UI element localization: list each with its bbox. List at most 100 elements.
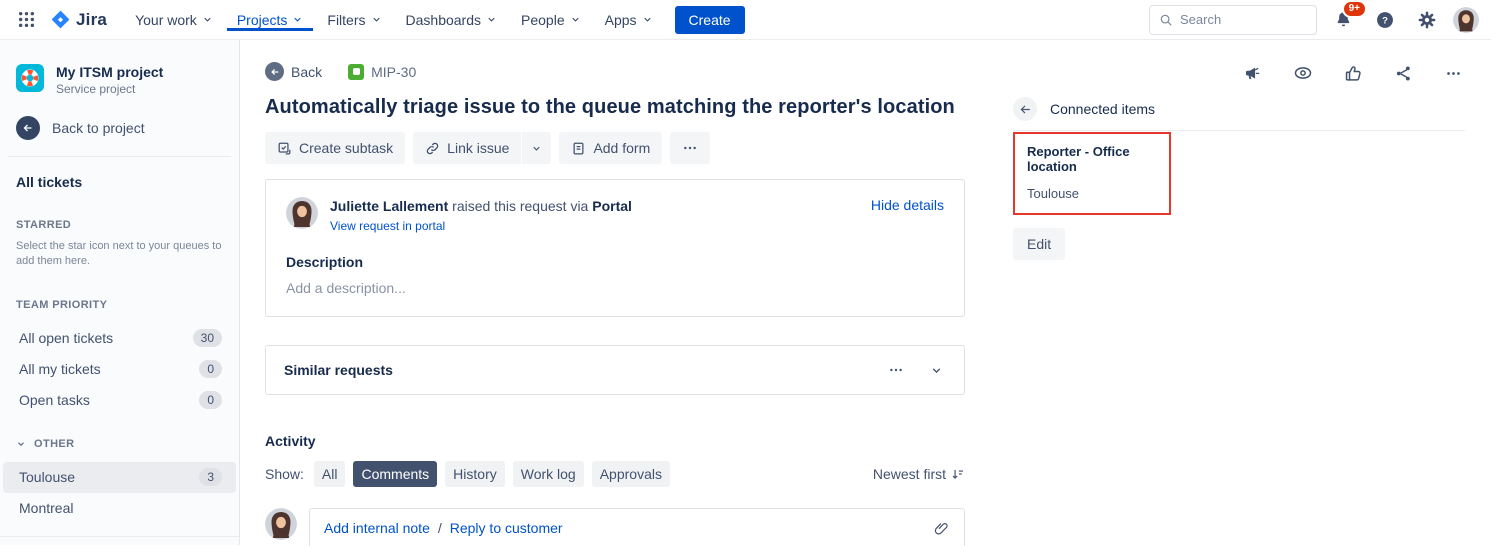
question-icon: ? (1375, 10, 1395, 30)
filter-work-log[interactable]: Work log (513, 461, 584, 487)
sidebar-footer-divider (0, 536, 239, 537)
field-label: Reporter - Office location (1027, 144, 1157, 174)
nav-item-dashboards[interactable]: Dashboards (396, 9, 508, 31)
nav-item-people[interactable]: People (511, 9, 591, 31)
other-section-toggle[interactable]: OTHER (0, 438, 239, 450)
manage-queues-button[interactable]: Manage queues (0, 542, 239, 546)
thumbs-up-icon (1344, 64, 1363, 83)
eye-icon (1293, 63, 1313, 83)
starred-section-header: STARRED (0, 219, 239, 231)
project-header: My ITSM project Service project (0, 64, 239, 96)
link-issue-dropdown-button[interactable] (521, 132, 551, 164)
field-value[interactable]: Toulouse (1027, 186, 1157, 201)
queue-count-badge: 30 (193, 329, 222, 347)
reporter-avatar (286, 197, 318, 229)
top-navigation: Jira Your work Projects Filters Dashboar… (0, 0, 1491, 40)
help-button[interactable]: ? (1369, 4, 1401, 36)
sidebar-divider (8, 156, 231, 157)
issue-toolbar: Create subtask Link issue (265, 132, 1005, 164)
jira-logo-text: Jira (76, 10, 107, 30)
back-button[interactable]: Back (265, 62, 322, 81)
project-avatar-icon (16, 64, 44, 92)
issue-title[interactable]: Automatically triage issue to the queue … (265, 96, 1005, 119)
similar-requests-title: Similar requests (284, 362, 393, 378)
sidebar-item-toulouse[interactable]: Toulouse 3 (3, 462, 236, 493)
feedback-button[interactable] (1241, 61, 1265, 85)
reply-to-customer-link[interactable]: Reply to customer (450, 520, 563, 536)
back-to-project-link[interactable]: Back to project (0, 116, 239, 140)
link-issue-button[interactable]: Link issue (413, 132, 521, 164)
more-panel-button[interactable] (1441, 61, 1465, 85)
issue-actions (1013, 62, 1465, 84)
filter-all[interactable]: All (314, 461, 346, 487)
nav-item-apps[interactable]: Apps (595, 9, 663, 31)
similar-requests-panel: Similar requests (265, 345, 965, 395)
search-icon (1159, 13, 1173, 27)
comment-input-box[interactable]: Add internal note / Reply to customer (309, 508, 965, 546)
sidebar-item-open-tasks[interactable]: Open tasks 0 (3, 385, 236, 416)
issue-key-breadcrumb[interactable]: MIP-30 (348, 64, 416, 80)
queue-count-badge: 0 (199, 360, 222, 378)
connected-items-header: Connected items (1013, 97, 1465, 121)
view-request-in-portal-link[interactable]: View request in portal (330, 219, 445, 233)
sort-order-button[interactable]: Newest first (873, 466, 965, 482)
arrow-left-icon (1019, 103, 1032, 116)
vote-button[interactable] (1341, 61, 1365, 85)
sidebar-item-all-open-tickets[interactable]: All open tickets 30 (3, 323, 236, 354)
sort-icon (951, 467, 965, 481)
similar-requests-more-button[interactable] (886, 360, 906, 380)
filter-approvals[interactable]: Approvals (592, 461, 670, 487)
activity-filter-bar: Show: All Comments History Work log Appr… (265, 461, 965, 487)
connected-items-panel: Connected items Reporter - Office locati… (1005, 40, 1491, 545)
watch-button[interactable] (1291, 61, 1315, 85)
jira-logo[interactable]: Jira (46, 9, 121, 30)
arrow-left-icon (265, 62, 284, 81)
nav-item-your-work[interactable]: Your work (125, 9, 223, 31)
breadcrumb: Back MIP-30 (265, 62, 1005, 81)
megaphone-icon (1244, 64, 1263, 83)
arrow-left-icon (16, 116, 40, 140)
sidebar-item-all-my-tickets[interactable]: All my tickets 0 (3, 354, 236, 385)
share-icon (1394, 64, 1413, 83)
app-switcher-button[interactable] (10, 4, 42, 36)
description-placeholder[interactable]: Add a description... (286, 280, 944, 296)
team-priority-section-header: TEAM PRIORITY (0, 299, 239, 311)
nav-item-projects[interactable]: Projects (227, 9, 314, 31)
add-internal-note-link[interactable]: Add internal note (324, 520, 430, 536)
user-avatar[interactable] (1453, 7, 1479, 33)
similar-requests-expand-button[interactable] (926, 360, 946, 380)
panel-back-button[interactable] (1013, 97, 1037, 121)
settings-button[interactable] (1411, 4, 1443, 36)
description-label: Description (286, 254, 944, 270)
sidebar-item-all-tickets[interactable]: All tickets (0, 174, 239, 190)
chevron-down-icon (930, 364, 943, 377)
sidebar-item-montreal[interactable]: Montreal (3, 493, 236, 524)
issue-view: Back MIP-30 Automatically triage issue t… (240, 40, 1005, 545)
paperclip-icon[interactable] (933, 520, 950, 537)
chevron-down-icon (531, 143, 542, 154)
search-input[interactable] (1180, 12, 1300, 27)
chevron-down-icon (16, 439, 26, 449)
edit-button[interactable]: Edit (1013, 228, 1065, 260)
more-actions-button[interactable] (670, 132, 710, 164)
create-subtask-button[interactable]: Create subtask (265, 132, 405, 164)
avatar-image (1453, 7, 1479, 33)
panel-title: Connected items (1050, 101, 1155, 117)
show-label: Show: (265, 466, 304, 482)
filter-history[interactable]: History (445, 461, 505, 487)
highlighted-field-annotation: Reporter - Office location Toulouse (1013, 132, 1171, 215)
hide-details-link[interactable]: Hide details (871, 197, 944, 213)
nav-item-filters[interactable]: Filters (317, 9, 391, 31)
share-button[interactable] (1391, 61, 1415, 85)
project-type: Service project (56, 82, 163, 96)
add-form-button[interactable]: Add form (559, 132, 662, 164)
subtask-icon (277, 141, 292, 156)
starred-hint-text: Select the star icon next to your queues… (0, 239, 239, 270)
link-issue-split-button: Link issue (413, 132, 551, 164)
create-button[interactable]: Create (675, 6, 745, 34)
comment-composer-row: Add internal note / Reply to customer (265, 508, 1005, 546)
global-search[interactable] (1149, 5, 1317, 35)
filter-comments[interactable]: Comments (353, 461, 437, 487)
svg-text:?: ? (1382, 15, 1388, 26)
raised-request-line: Juliette Lallement raised this request v… (330, 198, 632, 214)
